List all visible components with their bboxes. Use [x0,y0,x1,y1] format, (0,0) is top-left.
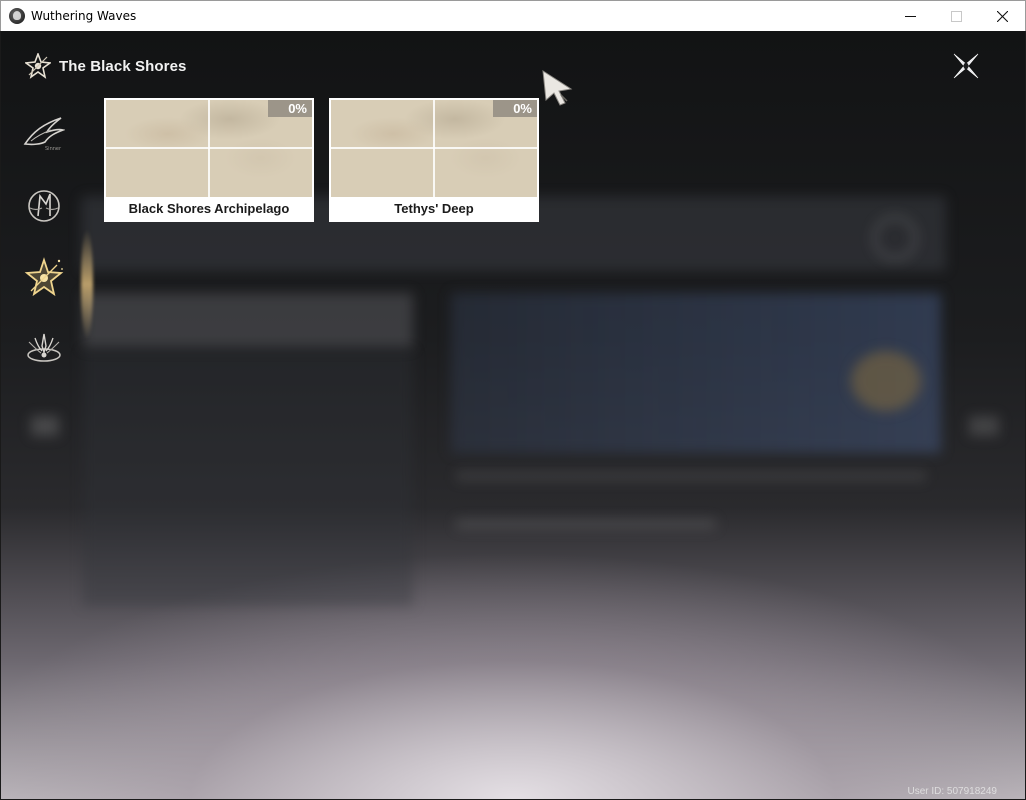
background-text [456,471,926,481]
black-shores-star-icon [24,257,64,297]
close-icon [996,10,1008,22]
region-card-black-shores-archipelago[interactable]: 0% Black Shores Archipelago [104,98,314,222]
ornate-crown-icon [27,333,61,362]
background-text [456,519,716,529]
user-id-label: User ID: 507918249 [907,786,997,797]
map-grid-line [106,147,312,149]
region-card-tethys-deep[interactable]: 0% Tethys' Deep [329,98,539,222]
region-name: Tethys' Deep [394,201,474,216]
maximize-button[interactable] [933,1,979,31]
close-window-button[interactable] [979,1,1025,31]
background-list [83,351,413,606]
game-viewport: The Black Shores Sinner 0% Black Shores … [1,31,1025,799]
background-panel [83,293,413,348]
sidebar-item-3[interactable] [23,257,65,299]
exploration-progress-badge: 0% [493,100,537,117]
exploration-progress-badge: 0% [268,100,312,117]
black-shores-emblem-icon [25,53,51,79]
close-menu-icon[interactable] [951,51,981,81]
map-grid-line [331,147,537,149]
window-controls [887,1,1025,31]
active-indicator-glow [81,229,93,339]
region-map-thumbnail: 0% [106,100,312,197]
mouse-cursor-icon [542,70,573,106]
window-title: Wuthering Waves [31,9,137,23]
sidebar-item-2[interactable] [23,185,65,227]
region-name: Black Shores Archipelago [128,201,290,216]
sidebar-item-4[interactable] [23,327,65,369]
background-orb [851,351,921,411]
crest-emblem-icon [28,190,60,222]
region-map-thumbnail: 0% [331,100,537,197]
minimize-button[interactable] [887,1,933,31]
swallow-wing-icon: Sinner [23,117,65,152]
maximize-icon [950,10,962,22]
sidebar-item-1[interactable]: Sinner [23,113,65,155]
background-arrow-left [31,416,59,436]
app-icon [9,8,25,24]
page-title: The Black Shores [59,57,187,75]
background-circle [873,216,917,260]
minimize-icon [904,15,916,17]
svg-text:Sinner: Sinner [45,146,62,152]
window-titlebar: Wuthering Waves [0,0,1026,31]
background-arrow-right [969,416,999,436]
page-header: The Black Shores [25,53,186,79]
